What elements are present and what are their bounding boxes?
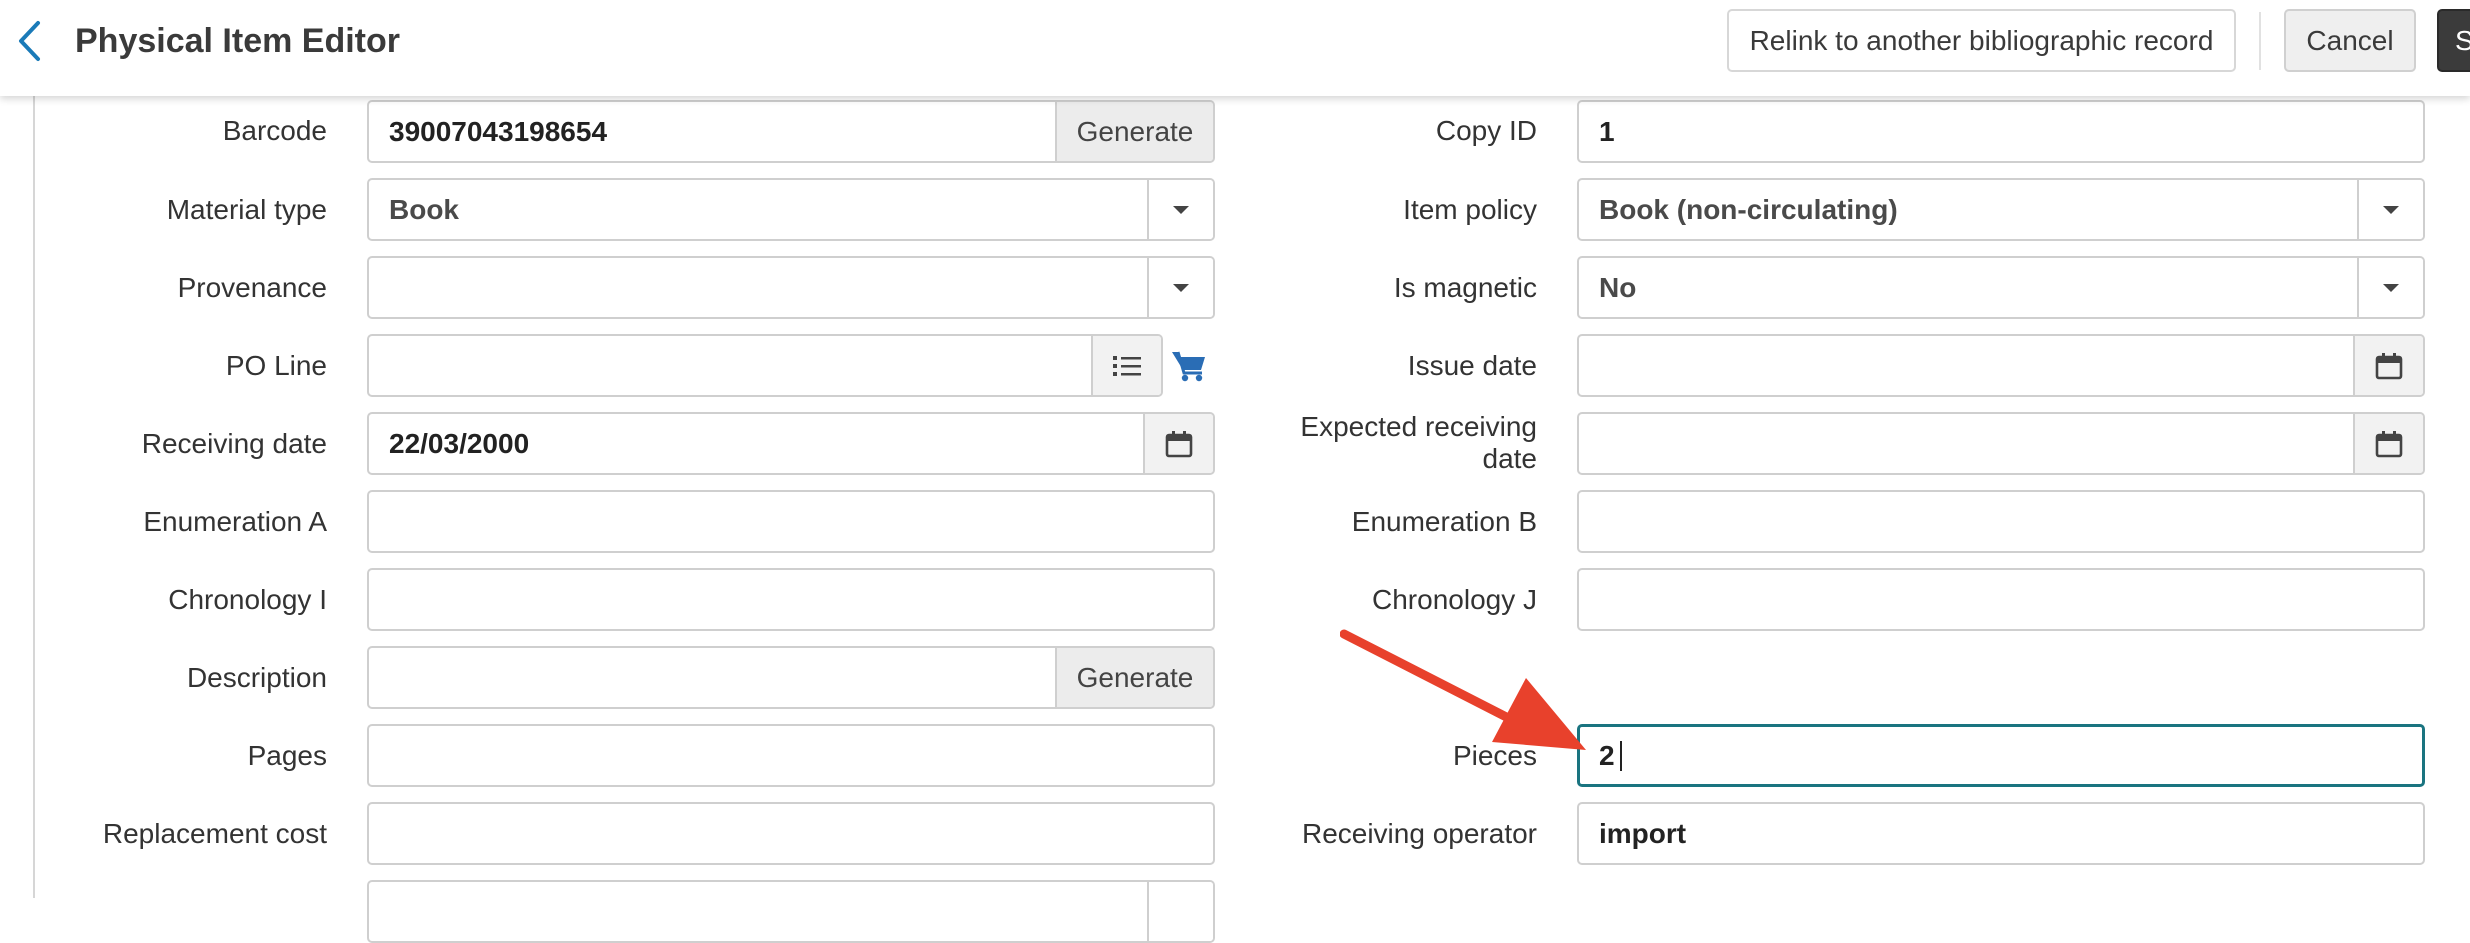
item-policy-label: Item policy: [1403, 194, 1537, 225]
receiving-date-calendar-button[interactable]: [1143, 414, 1213, 473]
copy-id-value: 1: [1599, 116, 1615, 147]
cancel-button[interactable]: Cancel: [2284, 9, 2416, 72]
receiving-date-value: 22/03/2000: [389, 428, 530, 459]
provenance-select[interactable]: [367, 256, 1215, 319]
expected-receiving-date-label-line2: date: [1482, 443, 1538, 474]
material-type-value: Book: [389, 194, 459, 225]
receiving-operator-field[interactable]: import: [1577, 802, 2425, 865]
caret-down-icon: [2383, 205, 2399, 214]
replacement-cost-label: Replacement cost: [102, 818, 327, 849]
caret-down-icon: [1173, 283, 1189, 292]
barcode-label: Barcode: [222, 115, 327, 146]
item-policy-dropdown-toggle[interactable]: [2357, 180, 2423, 239]
copy-id-field[interactable]: 1: [1577, 100, 2425, 163]
chevron-left-icon: [19, 21, 40, 61]
material-type-dropdown-toggle[interactable]: [1147, 180, 1213, 239]
relink-button[interactable]: Relink to another bibliographic record: [1727, 9, 2236, 72]
pages-field[interactable]: [367, 724, 1215, 787]
barcode-value: 39007043198654: [389, 116, 608, 147]
expected-receiving-date-label: Expected receiving date: [1300, 411, 1537, 475]
material-type-label: Material type: [166, 194, 327, 225]
caret-down-icon: [2383, 283, 2399, 292]
chronology-i-field[interactable]: [367, 568, 1215, 631]
enumeration-a-field[interactable]: [367, 490, 1215, 553]
calendar-icon: [2375, 430, 2403, 457]
item-policy-value: Book (non-circulating): [1599, 194, 1898, 225]
provenance-dropdown-toggle[interactable]: [1147, 258, 1213, 317]
red-arrow-annotation: [1340, 629, 1586, 750]
calendar-icon: [2375, 352, 2403, 379]
po-line-list-button[interactable]: [1091, 336, 1161, 395]
description-field[interactable]: Generate: [367, 646, 1215, 709]
generate-barcode-button[interactable]: Generate: [1055, 102, 1213, 161]
is-magnetic-value: No: [1599, 272, 1637, 303]
editor-header: Physical Item Editor Relink to another b…: [0, 0, 2470, 96]
issue-date-calendar-button[interactable]: [2353, 336, 2423, 395]
back-button[interactable]: [8, 16, 50, 66]
text-cursor: [1620, 741, 1622, 771]
page-title: Physical Item Editor: [75, 22, 400, 60]
receiving-operator-label: Receiving operator: [1301, 818, 1537, 849]
po-line-field[interactable]: [367, 334, 1163, 397]
enumeration-b-field[interactable]: [1577, 490, 2425, 553]
pages-label: Pages: [247, 740, 327, 771]
header-divider: [2259, 12, 2261, 70]
barcode-field[interactable]: 39007043198654 Generate: [367, 100, 1215, 163]
save-button[interactable]: S: [2437, 9, 2470, 72]
is-magnetic-label: Is magnetic: [1393, 272, 1537, 303]
is-magnetic-dropdown-toggle[interactable]: [2357, 258, 2423, 317]
receiving-operator-value: import: [1599, 818, 1687, 849]
provenance-label: Provenance: [177, 272, 327, 303]
receiving-date-label: Receiving date: [141, 428, 327, 459]
shopping-cart-icon[interactable]: [1171, 349, 1207, 383]
issue-date-field[interactable]: [1577, 334, 2425, 397]
list-icon: [1113, 355, 1141, 376]
po-line-label: PO Line: [225, 350, 327, 381]
generate-description-button[interactable]: Generate: [1055, 648, 1213, 707]
chronology-j-field[interactable]: [1577, 568, 2425, 631]
enumeration-a-label: Enumeration A: [143, 506, 327, 537]
item-policy-select[interactable]: Book (non-circulating): [1577, 178, 2425, 241]
material-type-select[interactable]: Book: [367, 178, 1215, 241]
chronology-j-label: Chronology J: [1372, 584, 1537, 615]
next-dropdown-toggle[interactable]: [1147, 882, 1213, 941]
chronology-i-label: Chronology I: [168, 584, 327, 615]
expected-receiving-date-calendar-button[interactable]: [2353, 414, 2423, 473]
caret-down-icon: [1173, 205, 1189, 214]
description-label: Description: [186, 662, 327, 693]
calendar-icon: [1165, 430, 1193, 457]
pieces-value: 2: [1599, 740, 1615, 771]
replacement-cost-field[interactable]: [367, 802, 1215, 865]
left-border: [33, 96, 35, 898]
enumeration-b-label: Enumeration B: [1351, 506, 1537, 537]
expected-receiving-date-label-line1: Expected receiving: [1300, 411, 1537, 442]
receiving-date-field[interactable]: 22/03/2000: [367, 412, 1215, 475]
expected-receiving-date-field[interactable]: [1577, 412, 2425, 475]
copy-id-label: Copy ID: [1435, 115, 1537, 146]
next-select-partial[interactable]: [367, 880, 1215, 943]
is-magnetic-select[interactable]: No: [1577, 256, 2425, 319]
pieces-field[interactable]: 2: [1577, 724, 2425, 787]
issue-date-label: Issue date: [1407, 350, 1537, 381]
